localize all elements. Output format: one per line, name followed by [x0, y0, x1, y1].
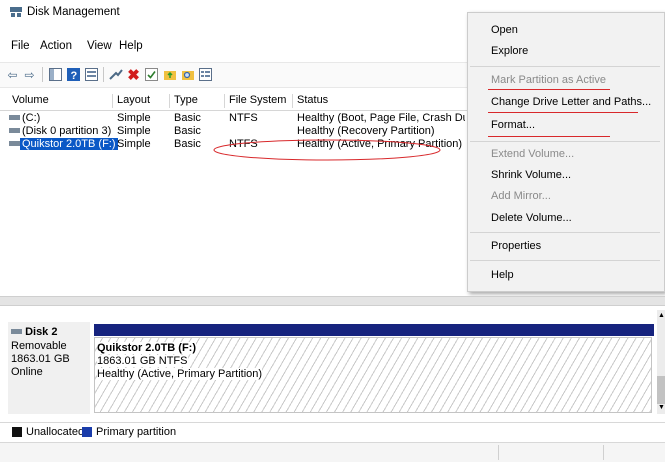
menu-item-open[interactable]: Open — [491, 21, 518, 39]
disk-kind: Removable — [11, 340, 67, 352]
menu-action[interactable]: Action — [40, 40, 72, 52]
menu-item-shrink-volume[interactable]: Shrink Volume... — [491, 166, 571, 184]
annotation-underline — [488, 89, 610, 90]
volume-row[interactable]: (Disk 0 partition 3) Simple Basic Health… — [0, 125, 468, 137]
folder-search-icon[interactable] — [180, 67, 195, 82]
drive-icon — [9, 125, 20, 137]
menu-item-mark-active: Mark Partition as Active — [491, 74, 606, 86]
menu-item-help[interactable]: Help — [491, 266, 514, 284]
disk-label[interactable]: Disk 2 Removable 1863.01 GB Online — [8, 322, 90, 414]
legend: Unallocated Primary partition — [0, 422, 665, 441]
column-header-status[interactable]: Status — [294, 94, 466, 108]
menu-item-add-mirror: Add Mirror... — [491, 190, 551, 202]
partition-size-fs: 1863.01 GB NTFS — [97, 355, 188, 367]
disk-icon — [11, 329, 22, 335]
volume-type: Basic — [174, 138, 201, 150]
volume-layout: Simple — [117, 138, 151, 150]
menu-item-delete-volume[interactable]: Delete Volume... — [491, 209, 572, 227]
window-title: Disk Management — [27, 6, 120, 18]
legend-label-primary: Primary partition — [96, 426, 177, 438]
pane-splitter[interactable] — [0, 296, 665, 306]
menu-item-properties[interactable]: Properties — [491, 237, 541, 255]
status-bar — [0, 442, 665, 462]
column-header-type[interactable]: Type — [171, 94, 225, 108]
properties-icon[interactable] — [84, 67, 99, 82]
drive-icon — [9, 112, 20, 124]
partition-name: Quikstor 2.0TB (F:) — [97, 342, 197, 354]
forward-arrow-icon[interactable]: ⇨ — [22, 67, 37, 82]
scroll-thumb[interactable] — [657, 376, 665, 404]
menu-item-change-drive-letter[interactable]: Change Drive Letter and Paths... — [491, 93, 651, 111]
volume-list: Volume Layout Type File System Status (C… — [0, 92, 468, 290]
disk-panel: Disk 2 Removable 1863.01 GB Online Quiks… — [0, 310, 665, 414]
connect-icon[interactable] — [108, 67, 123, 82]
toolbar-separator — [103, 67, 104, 82]
view-list-icon[interactable] — [198, 67, 213, 82]
column-header-file-system[interactable]: File System — [226, 94, 293, 108]
console-tree-icon[interactable] — [48, 67, 63, 82]
menu-file[interactable]: File — [11, 40, 30, 52]
column-headers: Volume Layout Type File System Status — [0, 92, 468, 111]
menu-help[interactable]: Help — [119, 40, 143, 52]
delete-icon[interactable]: ✖ — [126, 67, 141, 84]
disk-management-icon — [10, 7, 22, 17]
menu-separator — [470, 260, 660, 261]
menu-item-extend-volume: Extend Volume... — [491, 148, 575, 160]
toolbar-separator — [42, 67, 43, 82]
back-arrow-icon[interactable]: ⇦ — [5, 67, 20, 82]
help-icon[interactable]: ? — [66, 67, 81, 82]
volume-status: Healthy (Boot, Page File, Crash Dum... — [297, 112, 465, 124]
column-header-layout[interactable]: Layout — [114, 94, 170, 108]
drive-icon — [9, 138, 20, 150]
partition-header-bar — [94, 324, 654, 336]
volume-type: Basic — [174, 112, 201, 124]
volume-type: Basic — [174, 125, 201, 137]
volume-name: Quikstor 2.0TB (F:) — [20, 138, 118, 150]
unallocated-swatch — [12, 427, 22, 437]
checkbox-icon[interactable] — [144, 67, 159, 82]
menu-separator — [470, 232, 660, 233]
menu-separator — [470, 141, 660, 142]
menu-item-explore[interactable]: Explore — [491, 42, 528, 60]
annotation-underline — [488, 112, 638, 113]
partition-status: Healthy (Active, Primary Partition) — [97, 368, 263, 380]
status-separator — [603, 445, 604, 460]
volume-layout: Simple — [117, 112, 151, 124]
volume-layout: Simple — [117, 125, 151, 137]
annotation-underline — [488, 136, 610, 137]
volume-name: (C:) — [22, 112, 41, 124]
partition-block[interactable]: Quikstor 2.0TB (F:) 1863.01 GB NTFS Heal… — [94, 337, 652, 413]
primary-partition-swatch — [82, 427, 92, 437]
scroll-up-icon[interactable]: ▲ — [658, 312, 665, 319]
annotation-ellipse — [213, 139, 441, 161]
disk-name-row: Disk 2 — [11, 326, 57, 338]
status-separator — [498, 445, 499, 460]
column-header-volume[interactable]: Volume — [9, 94, 113, 108]
volume-file-system: NTFS — [229, 112, 258, 124]
legend-label-unallocated: Unallocated — [26, 426, 85, 438]
partition-block-content: Quikstor 2.0TB (F:) 1863.01 GB NTFS Heal… — [97, 340, 649, 410]
menu-view[interactable]: View — [87, 40, 112, 52]
disk-state: Online — [11, 366, 43, 378]
scroll-down-icon[interactable]: ▼ — [658, 404, 665, 411]
volume-status: Healthy (Recovery Partition) — [297, 125, 435, 137]
disk-panel-scrollbar[interactable]: ▲ ▼ — [657, 310, 665, 414]
menu-separator — [470, 66, 660, 67]
volume-name: (Disk 0 partition 3) — [22, 125, 112, 137]
disk-name: Disk 2 — [25, 326, 58, 338]
disk-size: 1863.01 GB — [11, 353, 70, 365]
svg-text:?: ? — [71, 70, 78, 81]
context-menu: Open Explore Mark Partition as Active Ch… — [467, 12, 665, 292]
volume-row[interactable]: (C:) Simple Basic NTFS Healthy (Boot, Pa… — [0, 112, 468, 124]
menu-item-format[interactable]: Format... — [491, 116, 535, 134]
folder-up-icon[interactable] — [162, 67, 177, 82]
